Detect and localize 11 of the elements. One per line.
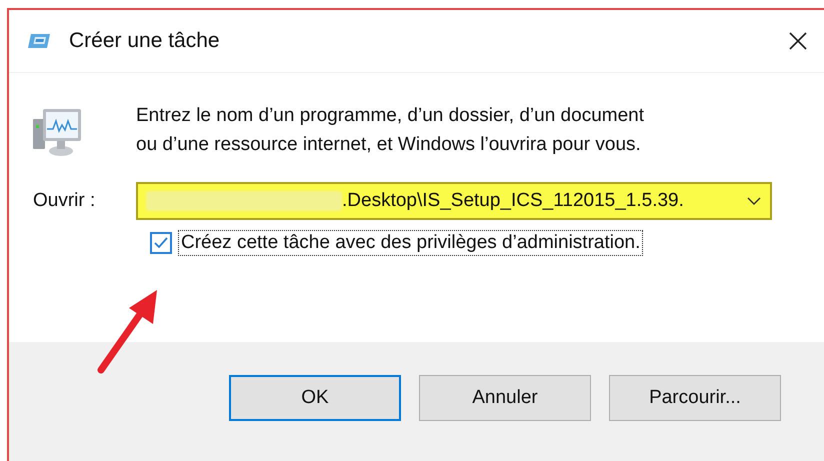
instruction-text: Entrez le nom d’un programme, d’un dossier, d’un document ou d’une ressource internet, et Windows l’ouvrira pour vous. xyxy=(136,104,645,157)
dropdown-caret-icon[interactable] xyxy=(746,196,762,206)
field-label: Ouvrir : xyxy=(33,190,96,212)
window-icon xyxy=(27,33,51,49)
checkbox-label[interactable]: Créez cette tâche avec des privilèges d’administration. xyxy=(178,230,644,256)
close-icon[interactable] xyxy=(788,31,808,51)
ok-button[interactable]: OK xyxy=(229,374,401,420)
cancel-button[interactable]: Annuler xyxy=(419,374,591,420)
window-title: Créer une tâche xyxy=(69,29,221,53)
browse-button[interactable]: Parcourir... xyxy=(609,374,781,420)
path-field[interactable]: .Desktop\IS_Setup_ICS_112015_1.5.39. xyxy=(136,182,772,220)
